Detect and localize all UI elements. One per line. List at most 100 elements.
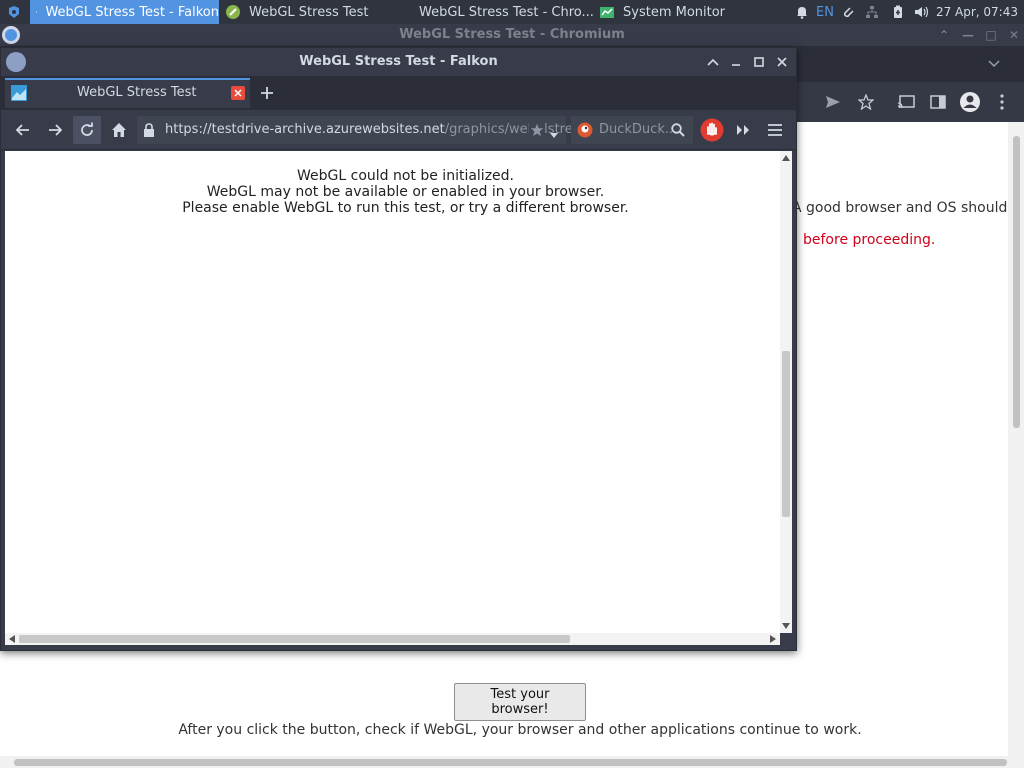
- duckduckgo-icon: [577, 122, 593, 138]
- scroll-right-arrow-icon[interactable]: [770, 635, 776, 643]
- main-menu-button[interactable]: [761, 116, 789, 144]
- taskbar-item-label: WebGL Stress Test: [249, 4, 369, 20]
- dropdown-arrow-icon: [550, 133, 558, 138]
- hamburger-menu-icon: [768, 124, 782, 136]
- falkon-vertical-scrollbar[interactable]: [780, 151, 792, 633]
- forward-button[interactable]: [41, 116, 69, 144]
- falkon-icon: [36, 11, 38, 13]
- falkon-titlebar[interactable]: WebGL Stress Test - Falkon: [1, 48, 796, 76]
- minimize-icon: —: [962, 28, 974, 42]
- avatar-icon: [960, 92, 980, 112]
- falkon-window-title: WebGL Stress Test - Falkon: [299, 54, 498, 69]
- taskbar-item-chromium[interactable]: WebGL Stress Test - Chro...: [405, 0, 593, 24]
- falkon-toolbar: https://testdrive-archive.azurewebsites.…: [1, 110, 796, 150]
- webgl-icon: [226, 5, 240, 19]
- back-button[interactable]: [9, 116, 37, 144]
- falkon-tab-close-button[interactable]: [231, 86, 245, 100]
- home-button[interactable]: [105, 116, 133, 144]
- plus-icon: [261, 87, 273, 99]
- taskbar-item-webgl[interactable]: WebGL Stress Test: [219, 0, 405, 24]
- falkon-minimize-button[interactable]: [728, 54, 744, 70]
- error-line-1: WebGL could not be initialized.: [297, 168, 514, 184]
- chromium-tab-search-button[interactable]: [984, 54, 1004, 74]
- network-icon: [866, 6, 878, 18]
- kebab-menu-icon: [1000, 94, 1004, 110]
- battery-icon: [894, 5, 902, 18]
- chromium-horizontal-scrollbar[interactable]: [0, 756, 1024, 768]
- reload-button[interactable]: [73, 116, 101, 144]
- star-icon: [858, 94, 874, 110]
- battery-tray-button[interactable]: [888, 0, 908, 24]
- chromium-maximize-button[interactable]: □: [983, 27, 999, 43]
- falkon-new-tab-button[interactable]: [257, 83, 277, 103]
- chromium-keep-above-button[interactable]: ⌃: [936, 27, 952, 43]
- more-toolbar-button[interactable]: [729, 116, 757, 144]
- falkon-horizontal-scrollbar[interactable]: [5, 633, 780, 645]
- start-menu-button[interactable]: [0, 0, 28, 24]
- url-history-dropdown[interactable]: [550, 127, 558, 142]
- falkon-window: WebGL Stress Test - Falkon WebGL Stress …: [0, 47, 797, 651]
- search-icon: [671, 123, 685, 137]
- scroll-down-arrow-icon[interactable]: [782, 623, 790, 629]
- falkon-maximize-button[interactable]: [751, 54, 767, 70]
- bookmark-star-button[interactable]: [529, 122, 545, 138]
- chromium-cast-button[interactable]: [894, 90, 918, 114]
- falkon-tab-label: WebGL Stress Test: [77, 85, 197, 100]
- url-bar[interactable]: https://testdrive-archive.azurewebsites.…: [137, 116, 586, 144]
- app-menu-icon: [9, 6, 19, 18]
- chromium-side-panel-button[interactable]: [926, 90, 950, 114]
- scrollbar-thumb[interactable]: [14, 759, 1007, 766]
- arrow-right-icon: [49, 124, 62, 136]
- arrow-left-icon: [16, 124, 29, 136]
- volume-tray-button[interactable]: [912, 0, 932, 24]
- bell-icon: [797, 7, 807, 19]
- notifications-button[interactable]: [792, 0, 812, 24]
- search-bar[interactable]: DuckDuck...: [571, 116, 693, 144]
- scrollbar-thumb[interactable]: [782, 351, 790, 517]
- falkon-page-content: WebGL could not be initialized. WebGL ma…: [5, 151, 780, 633]
- taskbar-item-label: WebGL Stress Test - Chro...: [419, 4, 593, 20]
- network-tray-button[interactable]: [862, 0, 882, 24]
- instructions-text: After you click the button, check if Web…: [178, 722, 862, 738]
- keyboard-layout-indicator[interactable]: EN: [814, 0, 836, 24]
- taskbar-item-label: WebGL Stress Test - Falkon: [45, 4, 219, 20]
- close-icon: ✕: [1008, 28, 1020, 42]
- chromium-close-button[interactable]: ✕: [1006, 27, 1022, 43]
- chromium-menu-button[interactable]: [990, 90, 1014, 114]
- system-monitor-icon: [600, 7, 614, 18]
- taskbar-item-falkon[interactable]: WebGL Stress Test - Falkon: [30, 0, 219, 24]
- taskbar-item-system-monitor[interactable]: System Monitor: [593, 0, 783, 24]
- chromium-vertical-scrollbar[interactable]: [1008, 122, 1024, 758]
- chevron-up-icon: [707, 58, 719, 66]
- falkon-logo-icon: [6, 52, 26, 72]
- url-host: https://testdrive-archive.azurewebsites.…: [165, 122, 445, 137]
- falkon-tab[interactable]: WebGL Stress Test: [5, 78, 250, 108]
- falkon-keep-above-button[interactable]: [705, 54, 721, 70]
- chromium-bookmark-button[interactable]: [854, 90, 878, 114]
- double-chevron-right-icon: [737, 125, 749, 135]
- url-path: /graphics/webglstress: [444, 122, 587, 137]
- scrollbar-thumb[interactable]: [19, 635, 570, 643]
- scrollbar-thumb[interactable]: [1013, 136, 1020, 428]
- side-panel-icon: [930, 95, 946, 109]
- volume-icon: [915, 6, 929, 18]
- chromium-titlebar[interactable]: WebGL Stress Test - Chromium ⌃ — □ ✕: [0, 24, 1024, 46]
- falkon-close-button[interactable]: [774, 54, 790, 70]
- warning-link[interactable]: before proceeding.: [803, 232, 935, 248]
- attachment-tray-button[interactable]: [838, 0, 858, 24]
- clock[interactable]: 27 Apr, 07:43: [936, 0, 1018, 24]
- cast-icon: [897, 95, 915, 109]
- falkon-tabbar: WebGL Stress Test: [1, 76, 796, 110]
- lock-icon: [144, 123, 154, 137]
- scroll-left-arrow-icon[interactable]: [9, 635, 15, 643]
- test-your-browser-button[interactable]: Test your browser!: [454, 683, 586, 721]
- error-line-2: WebGL may not be available or enabled in…: [206, 184, 605, 200]
- chromium-send-button[interactable]: [821, 90, 845, 114]
- scroll-up-arrow-icon[interactable]: [782, 155, 790, 161]
- adblock-button[interactable]: [698, 116, 726, 144]
- chevron-up-icon: ⌃: [938, 28, 950, 42]
- chromium-profile-button[interactable]: [958, 90, 982, 114]
- chromium-minimize-button[interactable]: —: [960, 27, 976, 43]
- url-text: https://testdrive-archive.azurewebsites.…: [165, 122, 586, 137]
- chromium-window-title: WebGL Stress Test - Chromium: [399, 27, 625, 42]
